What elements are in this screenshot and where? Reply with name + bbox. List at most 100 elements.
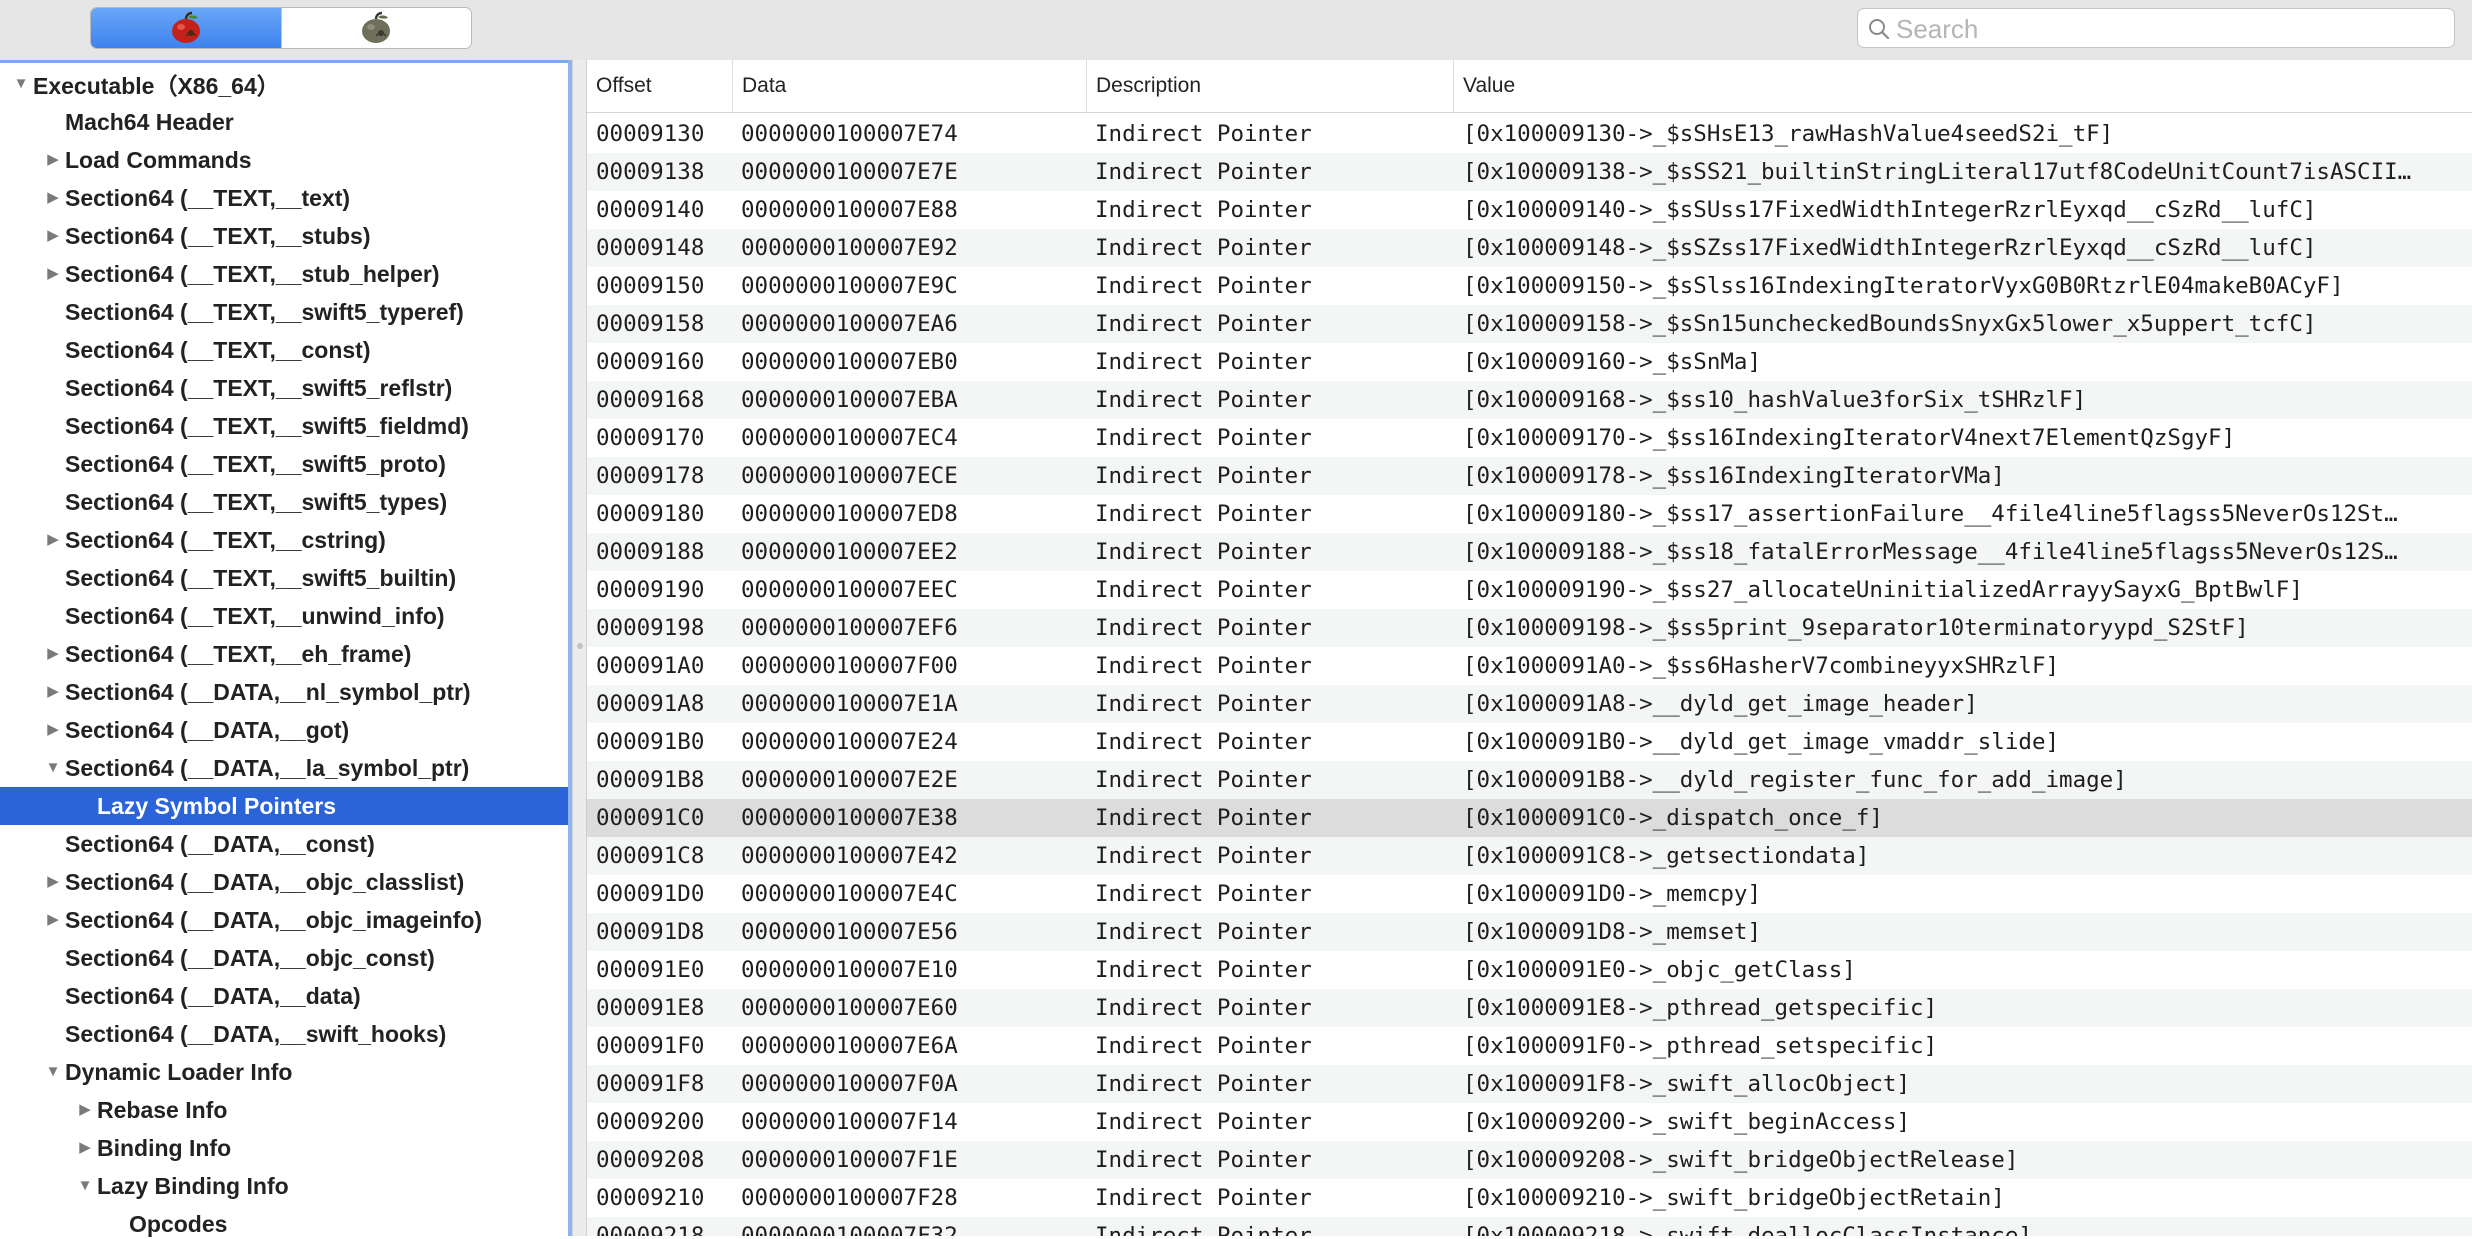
sidebar-item[interactable]: ▶Section64 (__TEXT,__swift5_fieldmd): [0, 407, 568, 445]
sidebar-item[interactable]: ▶ Section64 (__TEXT,__text): [0, 179, 568, 217]
disclosure-expanded-icon[interactable]: ▼: [75, 1176, 95, 1196]
sidebar-item[interactable]: ▶ Section64 (__DATA,__got): [0, 711, 568, 749]
table-row[interactable]: 00009160 0000000100007EB0 Indirect Pointer…: [587, 343, 2472, 381]
sidebar-item[interactable]: ▼ Dynamic Loader Info: [0, 1053, 568, 1091]
search-input[interactable]: [1894, 12, 2448, 46]
sidebar-item[interactable]: ▶ Binding Info: [0, 1129, 568, 1167]
sidebar-item[interactable]: ▶Section64 (__TEXT,__swift5_types): [0, 483, 568, 521]
cell-data: 0000000100007F1E: [741, 1147, 958, 1173]
table-row[interactable]: 00009130 0000000100007E74 Indirect Pointer…: [587, 115, 2472, 153]
sidebar-item-label: Section64 (__TEXT,__const): [65, 336, 371, 363]
column-header-data[interactable]: Data: [733, 60, 1087, 112]
table-row[interactable]: 00009198 0000000100007EF6 Indirect Pointer…: [587, 609, 2472, 647]
search-icon: [1869, 19, 1890, 40]
disclosure-collapsed-icon[interactable]: ▶: [43, 682, 63, 702]
table-row[interactable]: 000091F8 0000000100007F0A Indirect Pointer…: [587, 1065, 2472, 1103]
sidebar-item[interactable]: ▶ Rebase Info: [0, 1091, 568, 1129]
table-row[interactable]: 00009148 0000000100007E92 Indirect Pointer…: [587, 229, 2472, 267]
disclosure-collapsed-icon[interactable]: ▶: [43, 872, 63, 892]
sidebar-item[interactable]: ▶ Section64 (__TEXT,__stubs): [0, 217, 568, 255]
table-row[interactable]: 00009168 0000000100007EBA Indirect Pointer…: [587, 381, 2472, 419]
sidebar-item[interactable]: ▶Section64 (__TEXT,__swift5_builtin): [0, 559, 568, 597]
sidebar-item[interactable]: ▶Section64 (__TEXT,__swift5_proto): [0, 445, 568, 483]
disclosure-collapsed-icon[interactable]: ▶: [75, 1138, 95, 1158]
table-row[interactable]: 000091A8 0000000100007E1A Indirect Pointer…: [587, 685, 2472, 723]
table-row[interactable]: 00009218 0000000100007F32 Indirect Pointer…: [587, 1217, 2472, 1236]
table-row[interactable]: 000091F0 0000000100007E6A Indirect Pointer…: [587, 1027, 2472, 1065]
disclosure-collapsed-icon[interactable]: ▶: [75, 1100, 95, 1120]
column-header-description[interactable]: Description: [1087, 60, 1454, 112]
column-header-offset[interactable]: Offset: [587, 60, 733, 112]
disclosure-collapsed-icon[interactable]: ▶: [43, 720, 63, 740]
table-row[interactable]: 00009188 0000000100007EE2 Indirect Pointer…: [587, 533, 2472, 571]
disclosure-collapsed-icon[interactable]: ▶: [43, 910, 63, 930]
disclosure-expanded-icon[interactable]: ▼: [43, 758, 63, 778]
table-row[interactable]: 000091E8 0000000100007E60 Indirect Pointer…: [587, 989, 2472, 1027]
table-row[interactable]: 000091B8 0000000100007E2E Indirect Pointer…: [587, 761, 2472, 799]
sidebar-item[interactable]: ▶ Section64 (__TEXT,__eh_frame): [0, 635, 568, 673]
sidebar-item[interactable]: ▶Section64 (__DATA,__swift_hooks): [0, 1015, 568, 1053]
sidebar-item[interactable]: ▶ Section64 (__DATA,__objc_classlist): [0, 863, 568, 901]
table-row[interactable]: 00009138 0000000100007E7E Indirect Pointer…: [587, 153, 2472, 191]
segment-color-view[interactable]: [91, 8, 281, 48]
sidebar-item[interactable]: ▶Section64 (__TEXT,__swift5_reflstr): [0, 369, 568, 407]
sidebar-item[interactable]: ▶ Section64 (__TEXT,__stub_helper): [0, 255, 568, 293]
sidebar-item[interactable]: ▶ Section64 (__DATA,__nl_symbol_ptr): [0, 673, 568, 711]
table-row[interactable]: 00009158 0000000100007EA6 Indirect Pointer…: [587, 305, 2472, 343]
sidebar-item[interactable]: ▶Section64 (__DATA,__data): [0, 977, 568, 1015]
sidebar-item-label: Lazy Symbol Pointers: [97, 792, 337, 819]
column-header-value[interactable]: Value: [1454, 60, 2472, 112]
cell-description: Indirect Pointer: [1095, 767, 1312, 793]
cell-offset: 000091A0: [596, 653, 705, 679]
cell-data: 0000000100007E92: [741, 235, 958, 261]
table-row[interactable]: 00009180 0000000100007ED8 Indirect Pointer…: [587, 495, 2472, 533]
table-row[interactable]: 000091C0 0000000100007E38 Indirect Pointer…: [587, 799, 2472, 837]
sidebar-item[interactable]: ▼ Executable（X86_64）: [0, 65, 568, 103]
sidebar-item[interactable]: ▶Section64 (__TEXT,__unwind_info): [0, 597, 568, 635]
table-row[interactable]: 00009208 0000000100007F1E Indirect Pointer…: [587, 1141, 2472, 1179]
sidebar-item[interactable]: ▶Opcodes: [0, 1205, 568, 1239]
table-row[interactable]: 00009210 0000000100007F28 Indirect Pointer…: [587, 1179, 2472, 1217]
table-row[interactable]: 00009190 0000000100007EEC Indirect Pointer…: [587, 571, 2472, 609]
segment-gray-view[interactable]: [280, 8, 471, 48]
table-row[interactable]: 00009140 0000000100007E88 Indirect Pointer…: [587, 191, 2472, 229]
sidebar-item[interactable]: ▶Mach64 Header: [0, 103, 568, 141]
sidebar-item[interactable]: ▶Lazy Symbol Pointers: [0, 787, 568, 825]
table-row[interactable]: 00009200 0000000100007F14 Indirect Pointer…: [587, 1103, 2472, 1141]
search-field[interactable]: [1857, 8, 2455, 48]
sidebar-item[interactable]: ▶ Load Commands: [0, 141, 568, 179]
table-row[interactable]: 00009170 0000000100007EC4 Indirect Pointer…: [587, 419, 2472, 457]
disclosure-collapsed-icon[interactable]: ▶: [43, 644, 63, 664]
disclosure-collapsed-icon[interactable]: ▶: [43, 264, 63, 284]
table-row[interactable]: 000091D0 0000000100007E4C Indirect Pointer…: [587, 875, 2472, 913]
disclosure-expanded-icon[interactable]: ▼: [11, 74, 31, 94]
sidebar-item-label: Section64 (__TEXT,__swift5_builtin): [65, 564, 457, 591]
disclosure-collapsed-icon[interactable]: ▶: [43, 226, 63, 246]
sidebar-item[interactable]: ▶Section64 (__TEXT,__swift5_typeref): [0, 293, 568, 331]
cell-value: [0x100009150->_$sSlss16IndexingIteratorV…: [1463, 273, 2344, 299]
cell-data: 0000000100007E1A: [741, 691, 958, 717]
divider-handle[interactable]: [577, 643, 583, 649]
sidebar-item[interactable]: ▶ Section64 (__TEXT,__cstring): [0, 521, 568, 559]
table-row[interactable]: 000091A0 0000000100007F00 Indirect Pointer…: [587, 647, 2472, 685]
view-mode-segmented-control[interactable]: [90, 7, 472, 49]
disclosure-expanded-icon[interactable]: ▼: [43, 1062, 63, 1082]
sidebar-item[interactable]: ▶ Section64 (__DATA,__objc_imageinfo): [0, 901, 568, 939]
table-row[interactable]: 00009178 0000000100007ECE Indirect Pointer…: [587, 457, 2472, 495]
table-row[interactable]: 000091D8 0000000100007E56 Indirect Pointer…: [587, 913, 2472, 951]
sidebar-item[interactable]: ▶Section64 (__DATA,__const): [0, 825, 568, 863]
disclosure-collapsed-icon[interactable]: ▶: [43, 530, 63, 550]
sidebar-item-label: Section64 (__TEXT,__stub_helper): [65, 260, 440, 287]
table-row[interactable]: 000091E0 0000000100007E10 Indirect Pointer…: [587, 951, 2472, 989]
disclosure-collapsed-icon[interactable]: ▶: [43, 150, 63, 170]
sidebar-item[interactable]: ▶Section64 (__TEXT,__const): [0, 331, 568, 369]
table-row[interactable]: 00009150 0000000100007E9C Indirect Pointer…: [587, 267, 2472, 305]
table-row[interactable]: 000091B0 0000000100007E24 Indirect Pointer…: [587, 723, 2472, 761]
cell-value: [0x100009210->_swift_bridgeObjectRetain]: [1463, 1185, 2005, 1211]
sidebar-item[interactable]: ▶Section64 (__DATA,__objc_const): [0, 939, 568, 977]
table-row[interactable]: 000091C8 0000000100007E42 Indirect Pointer…: [587, 837, 2472, 875]
sidebar-item[interactable]: ▼ Section64 (__DATA,__la_symbol_ptr): [0, 749, 568, 787]
disclosure-collapsed-icon[interactable]: ▶: [43, 188, 63, 208]
split-view-divider[interactable]: [572, 60, 587, 1236]
sidebar-item[interactable]: ▼ Lazy Binding Info: [0, 1167, 568, 1205]
